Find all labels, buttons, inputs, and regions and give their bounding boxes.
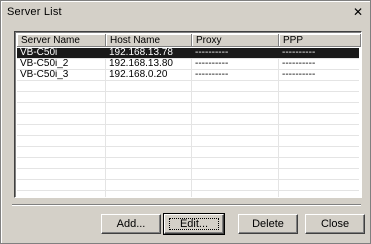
empty-row (17, 125, 359, 136)
server-list-view[interactable]: Server Name Host Name Proxy PPP VB-C50i … (14, 31, 362, 198)
empty-row (17, 191, 359, 197)
empty-row (17, 180, 359, 191)
empty-row (17, 147, 359, 158)
empty-row (17, 136, 359, 147)
focus-rect (169, 218, 219, 230)
cell-server-name: VB-C50i_2 (20, 59, 69, 69)
cell-host-name: 192.168.0.20 (109, 70, 168, 80)
divider (12, 204, 361, 206)
close-button[interactable]: Close (305, 214, 365, 234)
cell-proxy: ---------- (195, 59, 229, 69)
cell-host-name: 192.168.13.80 (109, 59, 173, 69)
cell-server-name: VB-C50i_3 (20, 70, 69, 80)
close-icon[interactable]: ✕ (351, 6, 365, 18)
empty-row (17, 81, 359, 92)
cell-proxy: ---------- (195, 48, 229, 58)
dialog-title: Server List (7, 6, 62, 18)
server-list-dialog: Server List ✕ Server Name Host Name Prox… (0, 0, 371, 244)
cell-ppp: ---------- (282, 48, 316, 58)
table-row[interactable]: VB-C50i_2 192.168.13.80 ---------- -----… (17, 59, 359, 70)
table-row[interactable]: VB-C50i 192.168.13.78 ---------- -------… (17, 48, 359, 59)
title-bar[interactable]: Server List ✕ (2, 2, 369, 22)
delete-button[interactable]: Delete (238, 214, 298, 234)
add-button[interactable]: Add... (101, 214, 161, 234)
cell-proxy: ---------- (195, 70, 229, 80)
column-header-host-name[interactable]: Host Name (106, 34, 192, 47)
empty-row (17, 169, 359, 180)
cell-server-name: VB-C50i (20, 48, 58, 58)
list-header: Server Name Host Name Proxy PPP (17, 34, 361, 48)
empty-row (17, 114, 359, 125)
edit-button[interactable]: Edit... (163, 213, 225, 235)
cell-ppp: ---------- (282, 59, 316, 69)
empty-row (17, 158, 359, 169)
column-header-proxy[interactable]: Proxy (192, 34, 279, 47)
column-header-ppp[interactable]: PPP (279, 34, 361, 47)
empty-row (17, 103, 359, 114)
table-row[interactable]: VB-C50i_3 192.168.0.20 ---------- ------… (17, 70, 359, 81)
cell-ppp: ---------- (282, 70, 316, 80)
cell-host-name: 192.168.13.78 (109, 48, 173, 58)
column-header-server-name[interactable]: Server Name (17, 34, 106, 47)
empty-row (17, 92, 359, 103)
